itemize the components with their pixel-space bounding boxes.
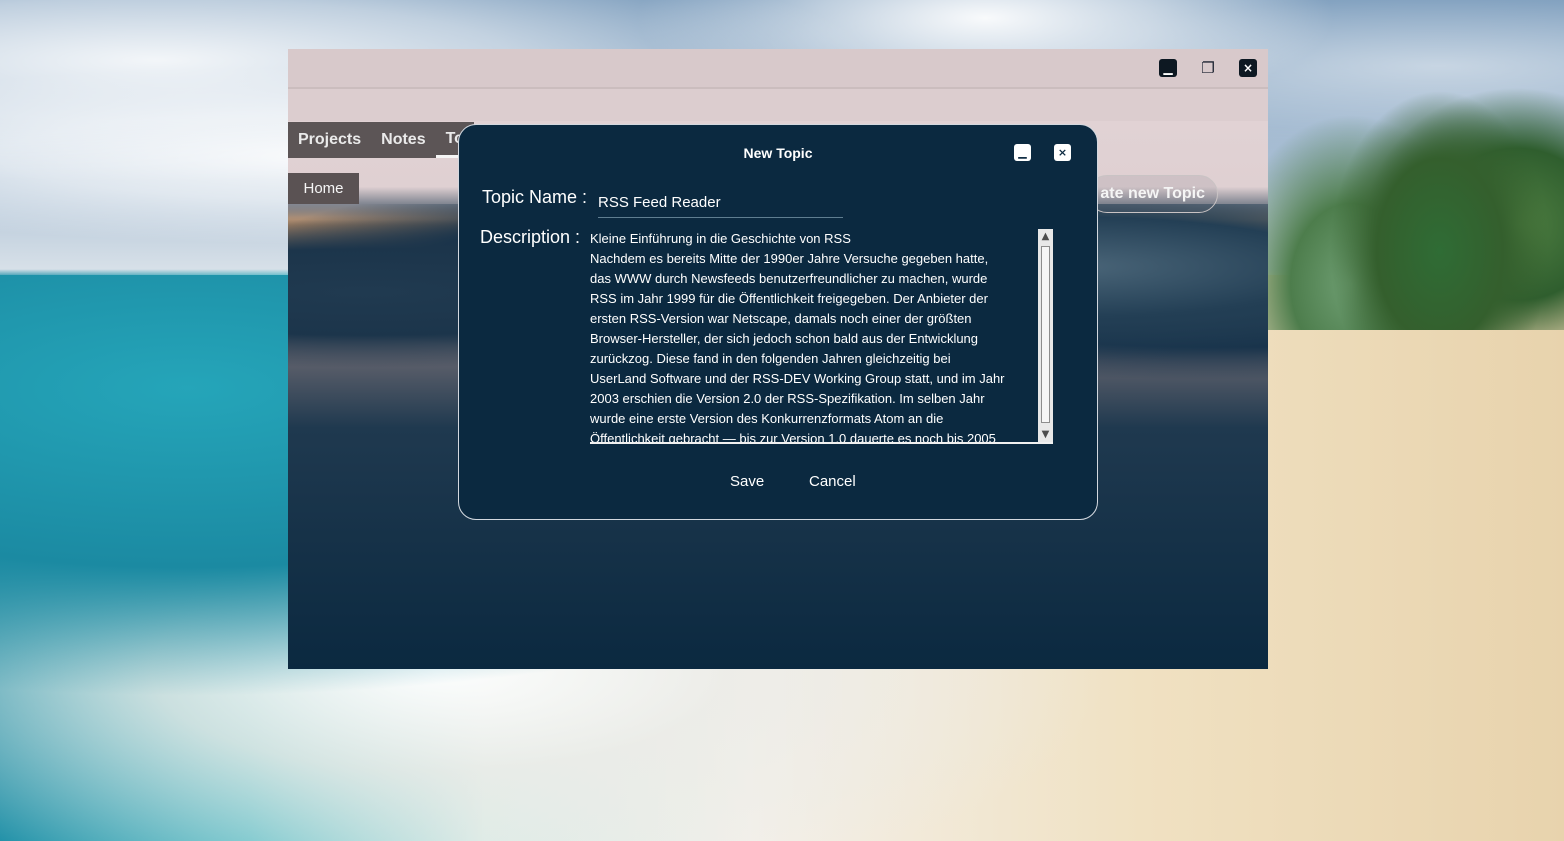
chevron-down-icon[interactable]: ▼ — [1038, 427, 1053, 442]
topic-name-input[interactable] — [598, 187, 843, 218]
cancel-button[interactable]: Cancel — [809, 473, 856, 490]
close-icon[interactable]: × — [1054, 144, 1071, 161]
new-topic-dialog: New Topic ▁ × Topic Name : Description :… — [458, 124, 1098, 520]
description-text[interactable]: Kleine Einführung in die Geschichte von … — [590, 229, 1030, 442]
description-textarea[interactable]: Kleine Einführung in die Geschichte von … — [590, 229, 1053, 444]
dialog-title: New Topic — [743, 145, 813, 161]
close-icon[interactable]: × — [1239, 59, 1257, 77]
minimize-icon[interactable]: ▁ — [1014, 144, 1031, 161]
main-window-titlebar — [288, 49, 1268, 87]
topic-name-label: Topic Name : — [482, 187, 588, 207]
scrollbar-thumb[interactable] — [1041, 246, 1050, 423]
home-button[interactable]: Home — [288, 173, 359, 204]
tab-notes[interactable]: Notes — [371, 122, 435, 158]
chevron-up-icon[interactable]: ▲ — [1038, 229, 1053, 244]
description-label: Description : — [480, 227, 581, 247]
minimize-icon[interactable]: ▁ — [1159, 59, 1177, 77]
main-window-toolbar — [288, 87, 1268, 123]
desktop-wallpaper-trees — [1268, 0, 1564, 330]
create-new-topic-button[interactable]: ate new Topic — [1088, 175, 1218, 213]
description-scrollbar[interactable]: ▲ ▼ — [1038, 229, 1053, 442]
tab-projects[interactable]: Projects — [288, 122, 371, 158]
save-button[interactable]: Save — [730, 473, 764, 490]
restore-icon[interactable]: ❐ — [1199, 59, 1217, 77]
main-tabs: Projects Notes To — [288, 122, 474, 158]
